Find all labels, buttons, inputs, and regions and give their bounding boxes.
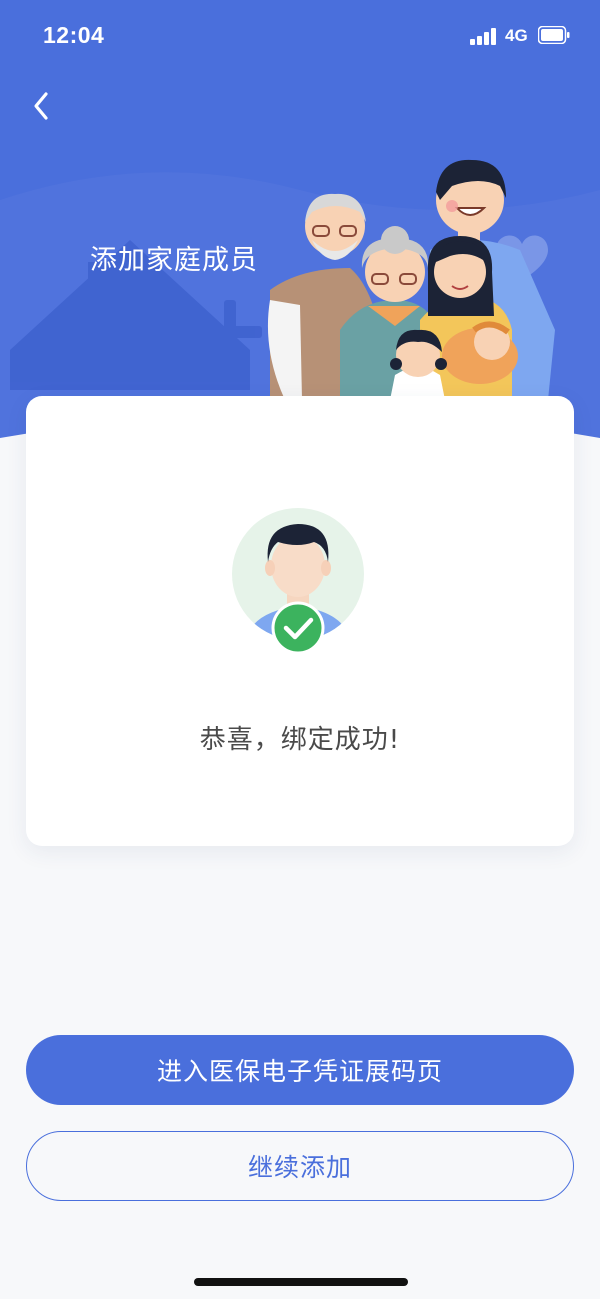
result-card: 恭喜，绑定成功! (26, 396, 574, 846)
success-message: 恭喜，绑定成功! (199, 725, 401, 755)
check-icon (271, 601, 325, 655)
home-indicator[interactable] (194, 1278, 408, 1286)
battery-icon (538, 26, 570, 44)
continue-adding-button[interactable]: 继续添加 (26, 1131, 574, 1201)
page-title: 添加家庭成员 (90, 245, 258, 276)
network-type: 4G (505, 26, 528, 45)
open-medical-insurance-code-label: 进入医保电子凭证展码页 (156, 1057, 443, 1086)
avatar (232, 508, 364, 655)
header-banner: 12:04 4G 添加家庭成员 (0, 0, 600, 440)
open-medical-insurance-code-button[interactable]: 进入医保电子凭证展码页 (26, 1035, 574, 1105)
status-time: 12:04 (43, 22, 105, 48)
status-bar: 12:04 4G (0, 0, 600, 72)
continue-adding-label: 继续添加 (247, 1153, 352, 1182)
back-icon[interactable] (24, 86, 60, 126)
signal-icon (470, 28, 498, 45)
